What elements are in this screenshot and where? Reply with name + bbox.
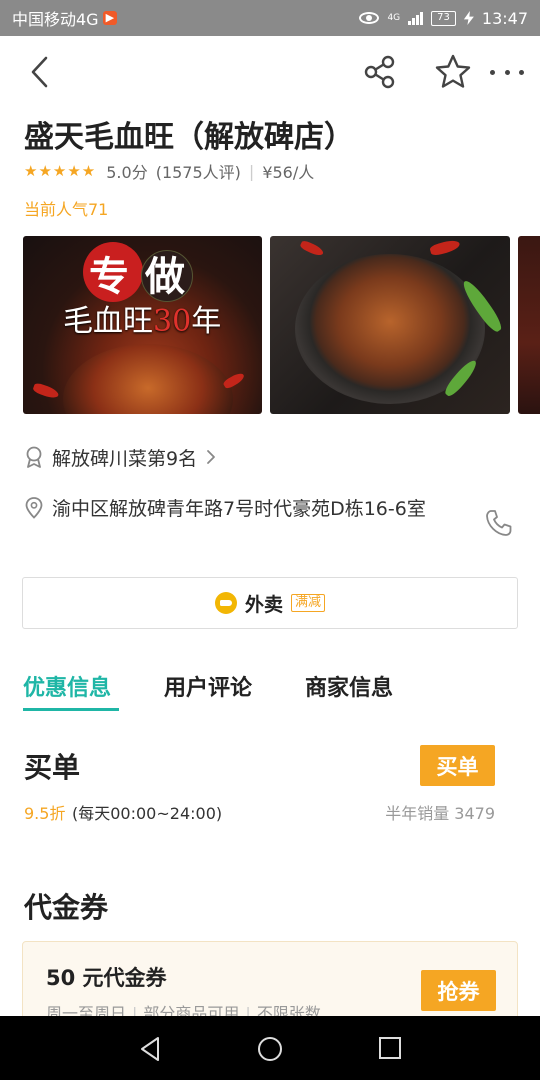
sales-count: 半年销量 3479 [385,804,495,823]
nav-home-icon[interactable] [257,1036,283,1062]
buy-button[interactable]: 买单 [420,745,495,786]
eye-comfort-icon [359,12,380,24]
location-icon [25,497,43,519]
voucher-name: 50 元代金券 [46,966,167,990]
award-icon [26,446,42,468]
status-icons: 4G 73 13:47 [359,9,528,28]
active-tab-underline [23,708,119,711]
restaurant-name: 盛天毛血旺（解放碑店） [24,120,354,155]
carrier-name: 中国移动4G [12,10,99,29]
popularity-text: 当前人气71 [24,200,109,219]
chili-decor [429,238,461,257]
tab-reviews[interactable]: 用户评论 [164,670,252,702]
tab-merchant-info[interactable]: 商家信息 [305,670,393,702]
system-nav-bar [0,1016,540,1080]
rating-row: ★★★★★ 5.0分 (1575人评) | ¥56/人 [24,159,315,183]
buy-section-title: 买单 [24,751,81,784]
top-navbar [0,36,540,108]
chili-decor [299,239,325,258]
rating-score: 5.0分 [106,163,148,182]
section-tabs: 优惠信息 用户评论 商家信息 [0,668,540,712]
carrier-group: 中国移动4G ▶ [12,6,118,30]
photo-2[interactable] [270,236,510,414]
share-icon[interactable] [362,54,398,90]
phone-icon[interactable] [484,508,514,538]
star-icon[interactable] [434,53,472,91]
discount-hours: (每天00:00~24:00) [72,804,223,823]
more-icon[interactable] [490,62,524,82]
photo-3-partial[interactable] [518,236,540,414]
photo-gallery[interactable]: 专 做 毛血旺30年 [23,236,540,414]
nav-back-icon[interactable] [138,1036,162,1062]
tab-offers[interactable]: 优惠信息 [23,670,111,702]
takeaway-tag: 满减 [291,594,326,612]
review-count[interactable]: (1575人评) [156,159,241,183]
divider: | [248,161,255,181]
charging-icon [463,11,474,25]
voucher-section-title: 代金券 [24,891,109,924]
seal-text-1: 专 [89,253,129,300]
network-type: 4G [387,12,401,23]
takeaway-logo-icon [214,592,237,614]
ranking-row[interactable]: 解放碑川菜第9名 [24,444,227,470]
clock: 13:47 [481,8,528,28]
notification-badge-icon: ▶ [102,11,118,25]
chili-decor [32,381,60,401]
photo-caption: 毛血旺30年 [63,296,221,340]
back-icon[interactable] [24,54,56,90]
takeaway-button[interactable]: 外卖 满减 [22,577,518,629]
price-per-person: ¥56/人 [262,163,315,182]
seal-text-2: 做 [145,253,185,300]
photo-1[interactable]: 专 做 毛血旺30年 [23,236,262,414]
caption-text: 毛血旺 [63,304,153,339]
ranking-label: 解放碑川菜第9名 [52,447,198,470]
nav-recent-icon[interactable] [378,1036,402,1060]
rating-stars-icon: ★★★★★ [24,162,97,180]
discount-rate: 9.5折 [24,804,66,823]
battery-indicator: 73 [431,10,456,26]
status-bar: 中国移动4G ▶ 4G 73 13:47 [0,0,540,36]
caption-suffix: 年 [191,304,222,339]
signal-icon [408,11,424,25]
caption-number: 30 [153,304,192,339]
takeaway-label: 外卖 [244,593,283,616]
grab-voucher-button[interactable]: 抢券 [421,970,496,1011]
food-bowl [63,344,233,414]
chili-decor [222,371,246,390]
address-text[interactable]: 渝中区解放碑青年路7号时代豪苑D栋16-6室 [52,494,452,525]
chevron-right-icon [207,450,215,464]
